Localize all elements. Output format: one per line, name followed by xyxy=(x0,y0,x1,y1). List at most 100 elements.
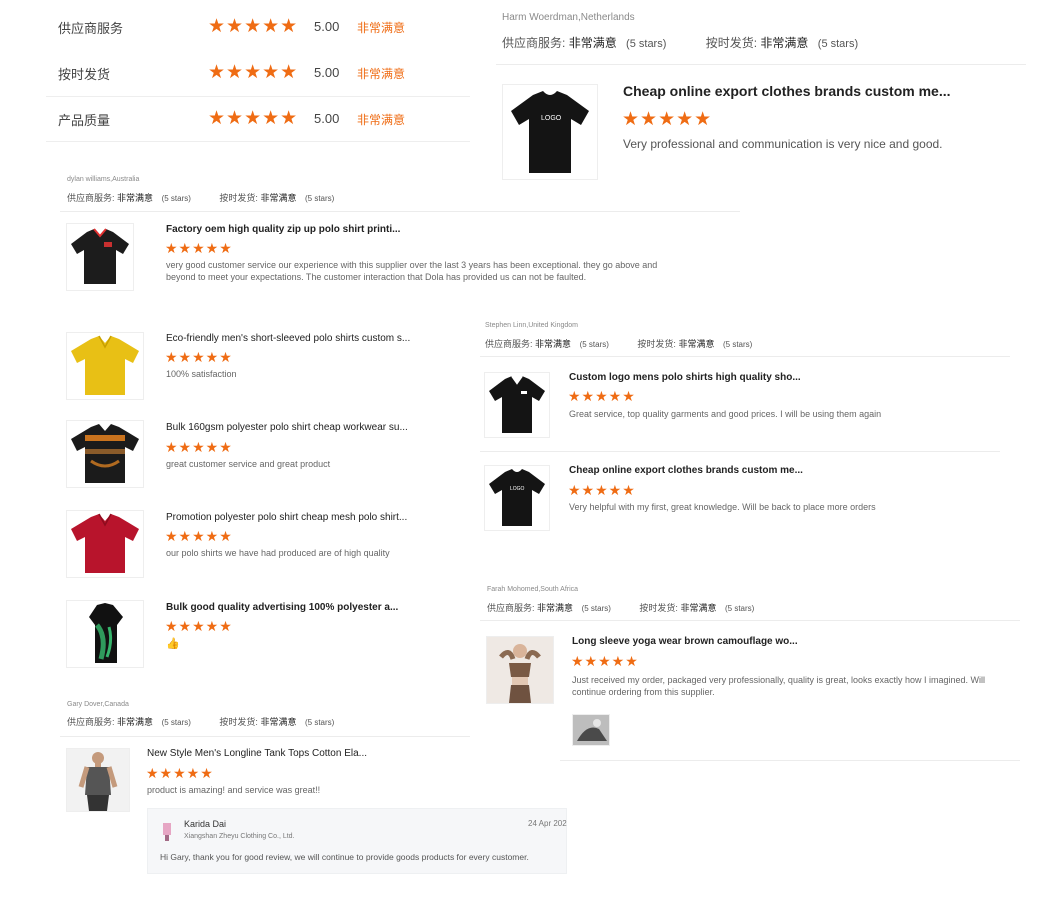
supplier-reply: Karida Dai Xiangshan Zheyu Clothing Co.,… xyxy=(147,808,567,874)
ship-label: 按时发货: xyxy=(219,717,258,727)
reply-date: 24 Apr 202 xyxy=(528,819,567,828)
review-meta: 供应商服务: 非常满意 (5 stars) 按时发货: 非常满意 (5 star… xyxy=(502,34,858,51)
service-value: 非常满意 xyxy=(568,36,617,50)
product-image[interactable]: LOGO xyxy=(484,465,550,531)
thumbs-up-icon: 👍 xyxy=(166,638,180,650)
product-image[interactable]: LOGO xyxy=(502,84,598,180)
yoga-wear-icon xyxy=(499,644,541,703)
polo-shirt-icon xyxy=(71,228,129,284)
ship-value: 非常满意 xyxy=(260,193,297,203)
product-image[interactable] xyxy=(66,332,144,400)
ship-stars: (5 stars) xyxy=(817,38,859,50)
review-meta: 供应商服务: 非常满意 (5 stars) 按时发货: 非常满意 (5 star… xyxy=(67,191,334,204)
polo-shirt-icon xyxy=(71,335,139,395)
review-stars: ★★★★★ xyxy=(165,618,233,634)
rating-stars: ★★★★★ xyxy=(208,62,299,83)
product-title[interactable]: Cheap online export clothes brands custo… xyxy=(569,465,829,476)
product-title[interactable]: Factory oem high quality zip up polo shi… xyxy=(166,224,436,235)
product-title[interactable]: New Style Men's Longline Tank Tops Cotto… xyxy=(147,748,407,759)
service-label: 供应商服务: xyxy=(487,603,535,613)
supplier-avatar-icon xyxy=(163,823,171,841)
review-text: Very helpful with my first, great knowle… xyxy=(569,502,876,512)
product-title[interactable]: Promotion polyester polo shirt cheap mes… xyxy=(166,512,436,523)
ship-stars: (5 stars) xyxy=(722,340,753,349)
service-stars: (5 stars) xyxy=(626,38,667,50)
rating-score: 5.00 xyxy=(314,65,340,80)
product-image[interactable] xyxy=(66,748,130,812)
polo-shirt-icon xyxy=(489,375,545,433)
divider xyxy=(560,760,1020,761)
review-stars: ★★★★★ xyxy=(568,482,636,498)
service-label: 供应商服务: xyxy=(502,36,566,50)
polo-shirt-icon xyxy=(71,424,139,483)
service-label: 供应商服务: xyxy=(67,193,115,203)
product-image[interactable] xyxy=(66,600,144,668)
product-image[interactable] xyxy=(486,636,554,704)
review-stars: ★★★★★ xyxy=(622,109,713,130)
tshirt-icon xyxy=(511,91,589,173)
ship-value: 非常满意 xyxy=(680,603,717,613)
service-stars: (5 stars) xyxy=(579,340,609,349)
rating-stars: ★★★★★ xyxy=(208,16,299,37)
logo-label: LOGO xyxy=(510,486,525,492)
review-stars: ★★★★★ xyxy=(146,765,214,781)
reviewer-name: Farah Mohomed,South Africa xyxy=(487,586,579,593)
reviewer-name: Harm Woerdman,Netherlands xyxy=(502,12,635,23)
product-title[interactable]: Long sleeve yoga wear brown camouflage w… xyxy=(572,636,832,647)
divider xyxy=(480,451,1000,452)
product-image[interactable] xyxy=(66,223,134,291)
review-photo[interactable] xyxy=(572,714,610,746)
review-text: Great service, top quality garments and … xyxy=(569,409,882,419)
rating-verdict: 非常满意 xyxy=(357,113,406,127)
reply-text: Hi Gary, thank you for good review, we w… xyxy=(160,852,529,862)
review-text: Just received my order, packaged very pr… xyxy=(572,675,986,697)
product-title[interactable]: Bulk good quality advertising 100% polye… xyxy=(166,602,436,613)
review-stars: ★★★★★ xyxy=(165,528,233,544)
product-title[interactable]: Eco-friendly men's short-sleeved polo sh… xyxy=(166,333,436,344)
review-stars: ★★★★★ xyxy=(165,439,233,455)
product-image[interactable] xyxy=(66,510,144,578)
rating-verdict: 非常满意 xyxy=(357,67,406,81)
service-value: 非常满意 xyxy=(117,717,154,727)
ship-value: 非常满意 xyxy=(760,36,809,50)
rating-score: 5.00 xyxy=(314,19,340,34)
rating-label: 产品质量 xyxy=(58,113,111,128)
product-title[interactable]: Custom logo mens polo shirts high qualit… xyxy=(569,372,829,383)
service-stars: (5 stars) xyxy=(581,604,611,613)
review-text: our polo shirts we have had produced are… xyxy=(166,548,390,558)
ship-value: 非常满意 xyxy=(678,339,715,349)
service-value: 非常满意 xyxy=(535,339,572,349)
service-stars: (5 stars) xyxy=(161,718,191,727)
ship-value: 非常满意 xyxy=(260,717,297,727)
rating-row-shipping: 按时发货 ★★★★★ 5.00 非常满意 xyxy=(58,62,458,84)
review-stars: ★★★★★ xyxy=(165,240,233,256)
ship-label: 按时发货: xyxy=(219,193,258,203)
ship-label: 按时发货: xyxy=(639,603,678,613)
product-image[interactable] xyxy=(484,372,550,438)
rating-row-service: 供应商服务 ★★★★★ 5.00 非常满意 xyxy=(58,16,458,38)
photo-icon xyxy=(573,715,609,745)
product-image[interactable] xyxy=(66,420,144,488)
polo-shirt-icon xyxy=(89,603,123,663)
review-text: product is amazing! and service was grea… xyxy=(147,785,321,795)
review-meta: 供应商服务: 非常满意 (5 stars) 按时发货: 非常满意 (5 star… xyxy=(487,601,754,614)
review-text: Very professional and communication is v… xyxy=(623,137,943,151)
product-title[interactable]: Bulk 160gsm polyester polo shirt cheap w… xyxy=(166,422,436,433)
review-stars: ★★★★★ xyxy=(165,349,233,365)
review-text: 100% satisfaction xyxy=(166,369,237,379)
reviewer-name: dylan williams,Australia xyxy=(67,176,140,183)
review-text: great customer service and great product xyxy=(166,459,331,469)
review-meta: 供应商服务: 非常满意 (5 stars) 按时发货: 非常满意 (5 star… xyxy=(485,337,752,350)
product-title[interactable]: Cheap online export clothes brands custo… xyxy=(623,83,953,99)
tank-top-icon xyxy=(78,752,118,811)
logo-label: LOGO xyxy=(541,115,562,122)
ship-label: 按时发货: xyxy=(705,36,758,50)
divider xyxy=(60,211,740,212)
divider xyxy=(60,736,470,737)
service-stars: (5 stars) xyxy=(161,194,191,203)
reviewer-name: Gary Dover,Canada xyxy=(67,701,129,708)
review-text: very good customer service our experienc… xyxy=(166,260,658,282)
divider xyxy=(480,620,1020,621)
reply-company: Xiangshan Zheyu Clothing Co., Ltd. xyxy=(184,833,295,840)
divider xyxy=(480,356,1010,357)
